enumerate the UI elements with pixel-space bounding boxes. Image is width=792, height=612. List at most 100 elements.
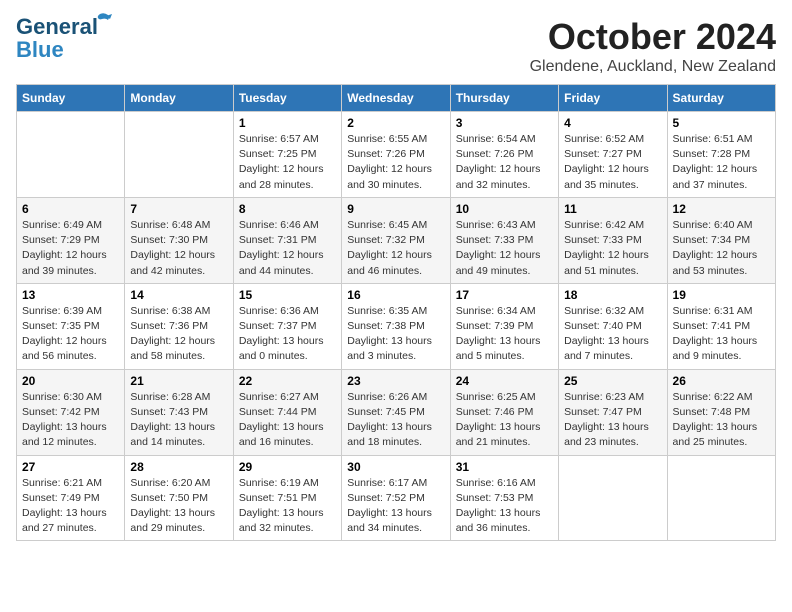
weekday-header-row: SundayMondayTuesdayWednesdayThursdayFrid… bbox=[17, 85, 776, 112]
day-info: Sunrise: 6:31 AM Sunset: 7:41 PM Dayligh… bbox=[673, 304, 770, 365]
day-info: Sunrise: 6:34 AM Sunset: 7:39 PM Dayligh… bbox=[456, 304, 553, 365]
day-info: Sunrise: 6:19 AM Sunset: 7:51 PM Dayligh… bbox=[239, 476, 336, 537]
day-info: Sunrise: 6:22 AM Sunset: 7:48 PM Dayligh… bbox=[673, 390, 770, 451]
calendar-cell: 27 Sunrise: 6:21 AM Sunset: 7:49 PM Dayli… bbox=[17, 455, 125, 541]
calendar-cell bbox=[125, 112, 233, 198]
weekday-header-friday: Friday bbox=[559, 85, 667, 112]
calendar-cell: 20 Sunrise: 6:30 AM Sunset: 7:42 PM Dayli… bbox=[17, 369, 125, 455]
calendar-week-row: 1 Sunrise: 6:57 AM Sunset: 7:25 PM Daylig… bbox=[17, 112, 776, 198]
calendar-cell: 3 Sunrise: 6:54 AM Sunset: 7:26 PM Daylig… bbox=[450, 112, 558, 198]
day-number: 10 bbox=[456, 202, 553, 216]
day-number: 17 bbox=[456, 288, 553, 302]
day-info: Sunrise: 6:39 AM Sunset: 7:35 PM Dayligh… bbox=[22, 304, 119, 365]
day-number: 2 bbox=[347, 116, 444, 130]
calendar-cell: 16Sunrise: 6:35 AM Sunset: 7:38 PM Dayli… bbox=[342, 283, 450, 369]
day-number: 22 bbox=[239, 374, 336, 388]
calendar-week-row: 20 Sunrise: 6:30 AM Sunset: 7:42 PM Dayli… bbox=[17, 369, 776, 455]
calendar-cell: 19 Sunrise: 6:31 AM Sunset: 7:41 PM Dayli… bbox=[667, 283, 775, 369]
calendar-cell: 2Sunrise: 6:55 AM Sunset: 7:26 PM Daylig… bbox=[342, 112, 450, 198]
calendar-cell: 17 Sunrise: 6:34 AM Sunset: 7:39 PM Dayli… bbox=[450, 283, 558, 369]
day-number: 26 bbox=[673, 374, 770, 388]
calendar-cell: 25 Sunrise: 6:23 AM Sunset: 7:47 PM Dayli… bbox=[559, 369, 667, 455]
day-number: 6 bbox=[22, 202, 119, 216]
day-info: Sunrise: 6:25 AM Sunset: 7:46 PM Dayligh… bbox=[456, 390, 553, 451]
day-info: Sunrise: 6:28 AM Sunset: 7:43 PM Dayligh… bbox=[130, 390, 227, 451]
day-number: 30 bbox=[347, 460, 444, 474]
day-info: Sunrise: 6:21 AM Sunset: 7:49 PM Dayligh… bbox=[22, 476, 119, 537]
calendar-cell: 18Sunrise: 6:32 AM Sunset: 7:40 PM Dayli… bbox=[559, 283, 667, 369]
day-number: 21 bbox=[130, 374, 227, 388]
calendar-cell: 24 Sunrise: 6:25 AM Sunset: 7:46 PM Dayli… bbox=[450, 369, 558, 455]
calendar-cell: 31 Sunrise: 6:16 AM Sunset: 7:53 PM Dayli… bbox=[450, 455, 558, 541]
logo-general: General bbox=[16, 14, 98, 39]
day-number: 24 bbox=[456, 374, 553, 388]
day-number: 8 bbox=[239, 202, 336, 216]
page-header: General Blue October 2024 Glendene, Auck… bbox=[16, 16, 776, 76]
logo-blue: Blue bbox=[16, 39, 64, 61]
calendar-cell: 7 Sunrise: 6:48 AM Sunset: 7:30 PM Daylig… bbox=[125, 197, 233, 283]
calendar-cell: 11 Sunrise: 6:42 AM Sunset: 7:33 PM Dayli… bbox=[559, 197, 667, 283]
day-number: 19 bbox=[673, 288, 770, 302]
weekday-header-thursday: Thursday bbox=[450, 85, 558, 112]
calendar-cell: 29 Sunrise: 6:19 AM Sunset: 7:51 PM Dayli… bbox=[233, 455, 341, 541]
calendar-cell: 15Sunrise: 6:36 AM Sunset: 7:37 PM Dayli… bbox=[233, 283, 341, 369]
day-number: 14 bbox=[130, 288, 227, 302]
day-number: 25 bbox=[564, 374, 661, 388]
day-info: Sunrise: 6:57 AM Sunset: 7:25 PM Dayligh… bbox=[239, 132, 336, 193]
day-number: 13 bbox=[22, 288, 119, 302]
calendar-cell: 12 Sunrise: 6:40 AM Sunset: 7:34 PM Dayli… bbox=[667, 197, 775, 283]
calendar-cell: 13 Sunrise: 6:39 AM Sunset: 7:35 PM Dayli… bbox=[17, 283, 125, 369]
calendar-cell: 1 Sunrise: 6:57 AM Sunset: 7:25 PM Daylig… bbox=[233, 112, 341, 198]
day-number: 20 bbox=[22, 374, 119, 388]
calendar-cell bbox=[559, 455, 667, 541]
logo: General Blue bbox=[16, 16, 98, 61]
day-info: Sunrise: 6:51 AM Sunset: 7:28 PM Dayligh… bbox=[673, 132, 770, 193]
day-number: 11 bbox=[564, 202, 661, 216]
day-number: 9 bbox=[347, 202, 444, 216]
day-info: Sunrise: 6:23 AM Sunset: 7:47 PM Dayligh… bbox=[564, 390, 661, 451]
day-info: Sunrise: 6:16 AM Sunset: 7:53 PM Dayligh… bbox=[456, 476, 553, 537]
month-title: October 2024 bbox=[530, 16, 776, 58]
day-number: 16 bbox=[347, 288, 444, 302]
calendar-cell: 26 Sunrise: 6:22 AM Sunset: 7:48 PM Dayli… bbox=[667, 369, 775, 455]
day-info: Sunrise: 6:30 AM Sunset: 7:42 PM Dayligh… bbox=[22, 390, 119, 451]
title-block: October 2024 Glendene, Auckland, New Zea… bbox=[530, 16, 776, 76]
day-info: Sunrise: 6:48 AM Sunset: 7:30 PM Dayligh… bbox=[130, 218, 227, 279]
day-number: 12 bbox=[673, 202, 770, 216]
calendar-cell: 5Sunrise: 6:51 AM Sunset: 7:28 PM Daylig… bbox=[667, 112, 775, 198]
day-info: Sunrise: 6:52 AM Sunset: 7:27 PM Dayligh… bbox=[564, 132, 661, 193]
day-number: 23 bbox=[347, 374, 444, 388]
weekday-header-monday: Monday bbox=[125, 85, 233, 112]
calendar-cell: 30Sunrise: 6:17 AM Sunset: 7:52 PM Dayli… bbox=[342, 455, 450, 541]
calendar-cell bbox=[667, 455, 775, 541]
day-info: Sunrise: 6:27 AM Sunset: 7:44 PM Dayligh… bbox=[239, 390, 336, 451]
day-info: Sunrise: 6:40 AM Sunset: 7:34 PM Dayligh… bbox=[673, 218, 770, 279]
day-number: 4 bbox=[564, 116, 661, 130]
day-number: 27 bbox=[22, 460, 119, 474]
weekday-header-saturday: Saturday bbox=[667, 85, 775, 112]
weekday-header-sunday: Sunday bbox=[17, 85, 125, 112]
day-number: 1 bbox=[239, 116, 336, 130]
weekday-header-wednesday: Wednesday bbox=[342, 85, 450, 112]
day-number: 28 bbox=[130, 460, 227, 474]
day-info: Sunrise: 6:20 AM Sunset: 7:50 PM Dayligh… bbox=[130, 476, 227, 537]
day-number: 7 bbox=[130, 202, 227, 216]
calendar-cell: 6 Sunrise: 6:49 AM Sunset: 7:29 PM Daylig… bbox=[17, 197, 125, 283]
calendar-cell: 14Sunrise: 6:38 AM Sunset: 7:36 PM Dayli… bbox=[125, 283, 233, 369]
location-subtitle: Glendene, Auckland, New Zealand bbox=[530, 58, 776, 76]
day-info: Sunrise: 6:26 AM Sunset: 7:45 PM Dayligh… bbox=[347, 390, 444, 451]
calendar-table: SundayMondayTuesdayWednesdayThursdayFrid… bbox=[16, 84, 776, 541]
day-info: Sunrise: 6:54 AM Sunset: 7:26 PM Dayligh… bbox=[456, 132, 553, 193]
day-number: 31 bbox=[456, 460, 553, 474]
day-info: Sunrise: 6:49 AM Sunset: 7:29 PM Dayligh… bbox=[22, 218, 119, 279]
day-number: 29 bbox=[239, 460, 336, 474]
calendar-cell: 22 Sunrise: 6:27 AM Sunset: 7:44 PM Dayli… bbox=[233, 369, 341, 455]
calendar-cell: 4 Sunrise: 6:52 AM Sunset: 7:27 PM Daylig… bbox=[559, 112, 667, 198]
day-number: 3 bbox=[456, 116, 553, 130]
day-info: Sunrise: 6:42 AM Sunset: 7:33 PM Dayligh… bbox=[564, 218, 661, 279]
calendar-cell: 28 Sunrise: 6:20 AM Sunset: 7:50 PM Dayli… bbox=[125, 455, 233, 541]
calendar-week-row: 13 Sunrise: 6:39 AM Sunset: 7:35 PM Dayli… bbox=[17, 283, 776, 369]
day-info: Sunrise: 6:46 AM Sunset: 7:31 PM Dayligh… bbox=[239, 218, 336, 279]
calendar-week-row: 6 Sunrise: 6:49 AM Sunset: 7:29 PM Daylig… bbox=[17, 197, 776, 283]
weekday-header-tuesday: Tuesday bbox=[233, 85, 341, 112]
